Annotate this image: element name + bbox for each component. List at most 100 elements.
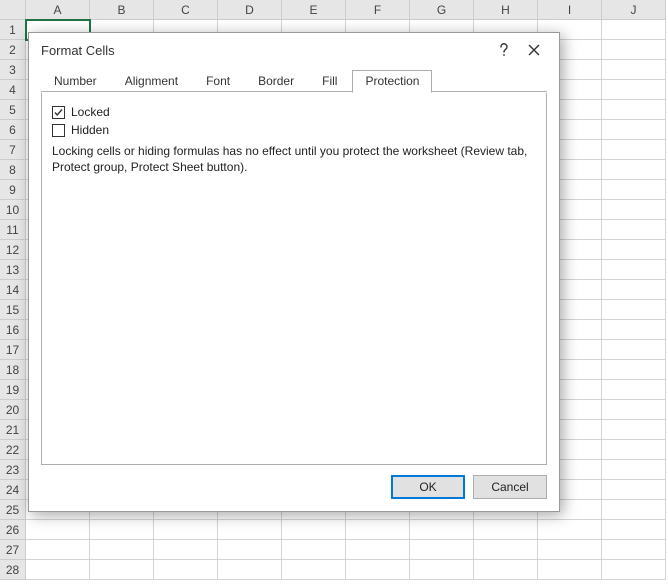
cell[interactable] — [602, 440, 666, 460]
cell[interactable] — [282, 560, 346, 580]
cell[interactable] — [602, 120, 666, 140]
cell[interactable] — [154, 540, 218, 560]
row-header[interactable]: 13 — [0, 260, 26, 280]
cell[interactable] — [602, 460, 666, 480]
row-header[interactable]: 23 — [0, 460, 26, 480]
tab-protection[interactable]: Protection — [352, 70, 432, 93]
hidden-option[interactable]: Hidden — [52, 123, 536, 137]
hidden-checkbox[interactable] — [52, 124, 65, 137]
row-header[interactable]: 1 — [0, 20, 26, 40]
cell[interactable] — [602, 240, 666, 260]
row-header[interactable]: 25 — [0, 500, 26, 520]
cell[interactable] — [538, 560, 602, 580]
tab-number[interactable]: Number — [41, 70, 110, 92]
tab-font[interactable]: Font — [193, 70, 243, 92]
column-header[interactable]: H — [474, 0, 538, 20]
cell[interactable] — [538, 520, 602, 540]
cell[interactable] — [602, 360, 666, 380]
row-header[interactable]: 14 — [0, 280, 26, 300]
cell[interactable] — [602, 60, 666, 80]
cell[interactable] — [346, 560, 410, 580]
row-header[interactable]: 7 — [0, 140, 26, 160]
cell[interactable] — [602, 280, 666, 300]
tab-alignment[interactable]: Alignment — [112, 70, 191, 92]
cell[interactable] — [90, 520, 154, 540]
cell[interactable] — [410, 560, 474, 580]
cell[interactable] — [154, 520, 218, 540]
cell[interactable] — [26, 540, 90, 560]
locked-checkbox[interactable] — [52, 106, 65, 119]
row-header[interactable]: 4 — [0, 80, 26, 100]
column-header[interactable]: A — [26, 0, 90, 20]
cell[interactable] — [602, 480, 666, 500]
row-header[interactable]: 21 — [0, 420, 26, 440]
column-header[interactable]: C — [154, 0, 218, 20]
row-header[interactable]: 28 — [0, 560, 26, 580]
row-header[interactable]: 8 — [0, 160, 26, 180]
cell[interactable] — [26, 520, 90, 540]
row-header[interactable]: 11 — [0, 220, 26, 240]
cell[interactable] — [474, 520, 538, 540]
row-header[interactable]: 5 — [0, 100, 26, 120]
cell[interactable] — [410, 540, 474, 560]
cell[interactable] — [346, 540, 410, 560]
column-header[interactable]: G — [410, 0, 474, 20]
cell[interactable] — [602, 20, 666, 40]
cell[interactable] — [282, 520, 346, 540]
ok-button[interactable]: OK — [391, 475, 465, 499]
cell[interactable] — [602, 200, 666, 220]
locked-option[interactable]: Locked — [52, 105, 536, 119]
cell[interactable] — [90, 540, 154, 560]
row-header[interactable]: 9 — [0, 180, 26, 200]
cell[interactable] — [602, 400, 666, 420]
select-all-corner[interactable] — [0, 0, 26, 20]
close-button[interactable] — [519, 37, 549, 63]
cell[interactable] — [346, 520, 410, 540]
cell[interactable] — [602, 160, 666, 180]
row-header[interactable]: 2 — [0, 40, 26, 60]
cell[interactable] — [602, 340, 666, 360]
cell[interactable] — [218, 520, 282, 540]
row-header[interactable]: 20 — [0, 400, 26, 420]
row-header[interactable]: 18 — [0, 360, 26, 380]
cell[interactable] — [474, 540, 538, 560]
row-header[interactable]: 16 — [0, 320, 26, 340]
cell[interactable] — [602, 260, 666, 280]
cell[interactable] — [602, 180, 666, 200]
row-header[interactable]: 27 — [0, 540, 26, 560]
row-header[interactable]: 24 — [0, 480, 26, 500]
cell[interactable] — [602, 520, 666, 540]
cell[interactable] — [26, 560, 90, 580]
row-header[interactable]: 15 — [0, 300, 26, 320]
column-header[interactable]: I — [538, 0, 602, 20]
row-header[interactable]: 19 — [0, 380, 26, 400]
column-header[interactable]: E — [282, 0, 346, 20]
row-header[interactable]: 26 — [0, 520, 26, 540]
cell[interactable] — [282, 540, 346, 560]
cell[interactable] — [410, 520, 474, 540]
help-button[interactable] — [489, 37, 519, 63]
cell[interactable] — [602, 220, 666, 240]
cell[interactable] — [218, 540, 282, 560]
row-header[interactable]: 22 — [0, 440, 26, 460]
cell[interactable] — [602, 100, 666, 120]
row-header[interactable]: 6 — [0, 120, 26, 140]
cell[interactable] — [602, 40, 666, 60]
cell[interactable] — [474, 560, 538, 580]
tab-border[interactable]: Border — [245, 70, 307, 92]
cell[interactable] — [154, 560, 218, 580]
cell[interactable] — [218, 560, 282, 580]
row-header[interactable]: 10 — [0, 200, 26, 220]
cell[interactable] — [602, 560, 666, 580]
cell[interactable] — [90, 560, 154, 580]
row-header[interactable]: 17 — [0, 340, 26, 360]
cell[interactable] — [602, 80, 666, 100]
cell[interactable] — [602, 140, 666, 160]
cell[interactable] — [602, 540, 666, 560]
column-header[interactable]: B — [90, 0, 154, 20]
column-header[interactable]: J — [602, 0, 666, 20]
cell[interactable] — [538, 540, 602, 560]
cell[interactable] — [602, 500, 666, 520]
cell[interactable] — [602, 300, 666, 320]
row-header[interactable]: 3 — [0, 60, 26, 80]
